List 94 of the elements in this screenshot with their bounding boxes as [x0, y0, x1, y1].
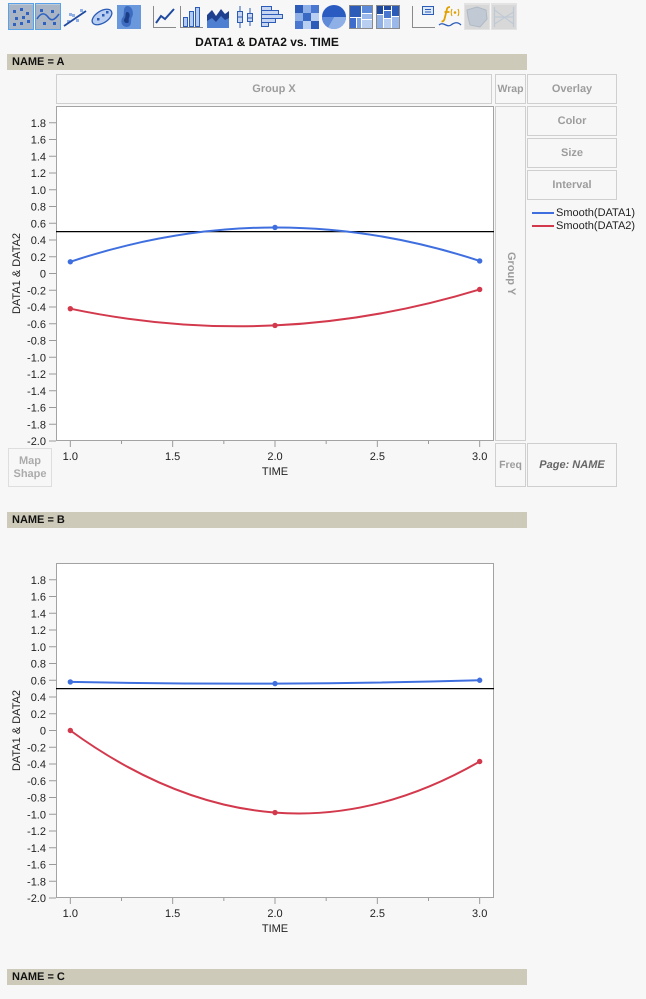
y-tick-label: -1.0 — [27, 352, 46, 364]
caption-box-tool-button[interactable] — [410, 3, 436, 30]
y-tick-label: -2.0 — [27, 436, 46, 448]
mosaic-icon — [376, 4, 400, 28]
y-tick-label: 0 — [40, 268, 46, 280]
legend-label: Smooth(DATA2) — [556, 220, 636, 232]
y-tick-label: 0.8 — [30, 658, 46, 670]
y-tick-label: -1.8 — [27, 419, 46, 432]
y-tick-label: 1.2 — [30, 168, 46, 180]
x-tick-label: 3.0 — [472, 451, 488, 463]
y-axis-title: DATA1 & DATA2 — [11, 232, 23, 314]
size-drop-zone[interactable]: Size — [527, 138, 617, 168]
y-tick-label: -0.2 — [27, 742, 46, 754]
page-drop-zone[interactable]: Page: NAME — [527, 443, 617, 487]
y-tick-label: 0.6 — [30, 218, 46, 230]
section-header: NAME = C — [7, 969, 527, 985]
y-tick-label: 1.4 — [30, 151, 46, 164]
y-tick-label: 1.2 — [30, 625, 46, 637]
histogram-icon — [260, 4, 284, 28]
x-tick-label: 2.5 — [370, 451, 385, 463]
y-tick-label: 0.6 — [30, 675, 46, 688]
y-axis-title: DATA1 & DATA2 — [11, 690, 23, 772]
y-tick-label: 0.2 — [30, 252, 46, 264]
x-tick-label: 2.0 — [267, 451, 283, 463]
smooth-curve-icon — [36, 4, 60, 28]
y-tick-label: -1.2 — [27, 369, 46, 381]
treemap-tool-button[interactable] — [348, 3, 374, 30]
pie-chart-icon — [322, 4, 346, 28]
contour-icon — [117, 4, 141, 28]
y-tick-label: -0.8 — [27, 792, 46, 804]
y-tick-label: 0.2 — [30, 708, 46, 721]
y-tick-label: 1.0 — [30, 642, 46, 654]
x-axis-title: TIME — [262, 466, 288, 478]
color-drop-zone[interactable]: Color — [527, 106, 617, 136]
x-tick-label: 1.0 — [62, 908, 78, 920]
y-tick-label: 1.8 — [30, 574, 46, 587]
mosaic-tool-button[interactable] — [375, 3, 401, 30]
y-tick-label: 0 — [40, 726, 46, 738]
x-tick-label: 2.0 — [267, 908, 283, 920]
line-chart-icon — [152, 4, 176, 28]
graph-title: DATA1 & DATA2 vs. TIME — [194, 34, 340, 51]
y-tick-label: -1.2 — [27, 826, 46, 838]
y-tick-label: 1.0 — [30, 184, 46, 197]
x-tick-label: 1.5 — [165, 908, 180, 920]
y-tick-label: -1.8 — [27, 876, 46, 888]
section-header: NAME = A — [7, 54, 527, 70]
map-shape-icon — [465, 4, 489, 28]
x-tick-label: 3.0 — [472, 908, 488, 920]
y-tick-label: -0.8 — [27, 336, 46, 348]
legend-label: Smooth(DATA1) — [556, 206, 636, 218]
y-tick-label: -0.4 — [27, 302, 46, 314]
interval-drop-zone[interactable]: Interval — [527, 170, 617, 200]
heatmap-icon — [295, 4, 319, 28]
y-tick-label: 1.8 — [30, 118, 46, 130]
contour-tool-button[interactable] — [116, 3, 142, 30]
y-tick-label: -0.6 — [27, 776, 46, 788]
y-tick-label: -0.4 — [27, 759, 46, 771]
y-tick-label: 1.6 — [30, 592, 46, 604]
x-tick-label: 2.5 — [370, 908, 385, 920]
y-tick-label: -1.0 — [27, 809, 46, 822]
y-tick-label: -1.6 — [27, 402, 46, 414]
scatter-points-icon — [9, 4, 33, 28]
group-x-drop-zone[interactable]: Group X — [56, 74, 492, 104]
freq-drop-zone[interactable]: Freq — [495, 443, 526, 487]
y-tick-label: 0.4 — [30, 235, 46, 247]
histogram-tool-button[interactable] — [259, 3, 285, 30]
bar-chart-icon — [179, 4, 203, 28]
y-tick-label: -2.0 — [27, 893, 46, 905]
smooth-curve-tool-button[interactable] — [35, 3, 61, 30]
y-tick-label: -1.4 — [27, 386, 46, 398]
section-header: NAME = B — [7, 512, 527, 528]
y-tick-label: 0.4 — [30, 692, 46, 704]
x-axis-title: TIME — [262, 923, 288, 935]
y-tick-label: -1.6 — [27, 860, 46, 872]
heatmap-tool-button[interactable] — [294, 3, 320, 30]
y-tick-label: -0.2 — [27, 285, 46, 298]
x-tick-label: 1.0 — [62, 451, 78, 463]
x-tick-label: 1.5 — [165, 451, 180, 463]
y-tick-label: -1.4 — [27, 842, 46, 855]
line-chart-tool-button[interactable] — [151, 3, 177, 30]
formula-icon — [438, 4, 462, 28]
pie-chart-tool-button[interactable] — [321, 3, 347, 30]
overlay-drop-zone[interactable]: Overlay — [527, 74, 617, 104]
caption-box-icon — [411, 4, 435, 28]
group-y-drop-zone[interactable]: Group Y — [495, 106, 526, 441]
y-tick-label: 0.8 — [30, 202, 46, 214]
y-tick-label: -0.6 — [27, 318, 46, 331]
bar-chart-tool-button[interactable] — [178, 3, 204, 30]
wrap-drop-zone[interactable]: Wrap — [495, 74, 526, 104]
y-tick-label: 1.4 — [30, 608, 46, 620]
y-tick-label: 1.6 — [30, 134, 46, 146]
scatter-points-tool-button[interactable] — [8, 3, 34, 30]
treemap-icon — [349, 4, 373, 28]
parallel-lines-icon — [492, 4, 516, 28]
